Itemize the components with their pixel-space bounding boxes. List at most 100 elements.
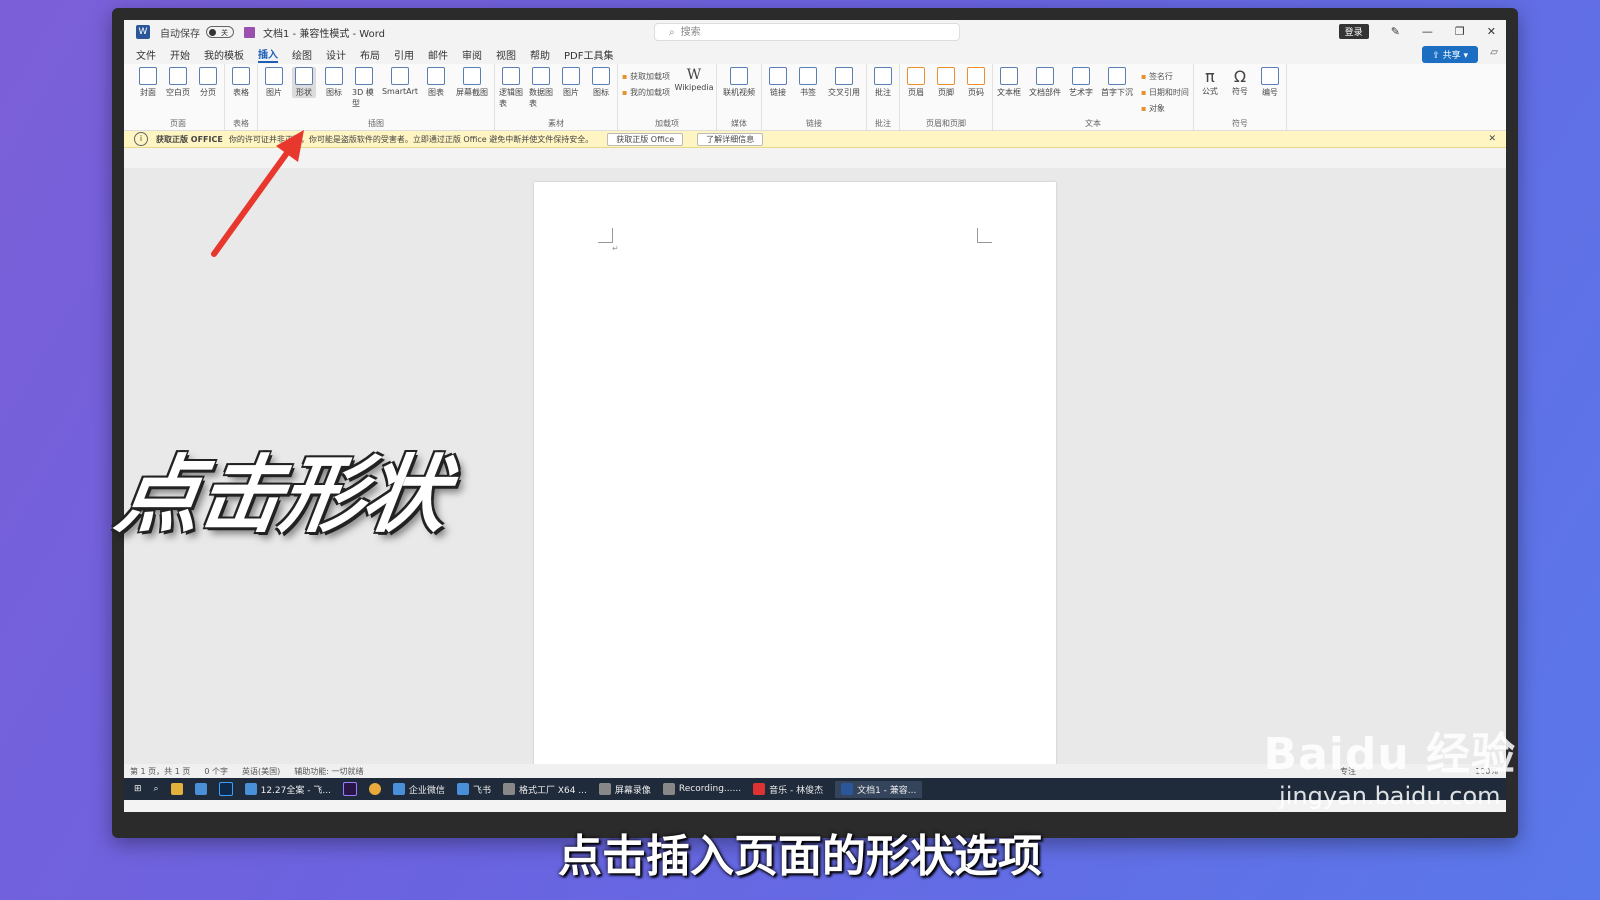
equation-button[interactable]: π 公式 bbox=[1198, 67, 1222, 97]
get-genuine-office-button[interactable]: 获取正版 Office bbox=[607, 132, 684, 146]
tab-insert[interactable]: 插入 bbox=[258, 46, 278, 63]
chrome-icon[interactable] bbox=[368, 783, 381, 795]
3d-models-button[interactable]: 3D 模型 bbox=[352, 67, 376, 109]
smartart-button[interactable]: SmartArt bbox=[382, 67, 418, 96]
document-page[interactable]: ↵ bbox=[534, 182, 1056, 782]
accessibility-status[interactable]: 辅助功能: 一切就绪 bbox=[294, 766, 363, 777]
quick-parts-button[interactable]: 文档部件 bbox=[1027, 67, 1063, 98]
signature-line-button[interactable]: 签名行 bbox=[1141, 71, 1189, 82]
bookmark-button[interactable]: 书签 bbox=[796, 67, 820, 98]
taskbar-app-1[interactable]: 12.27全案 - 飞... bbox=[244, 783, 331, 796]
tab-draw[interactable]: 绘图 bbox=[292, 47, 312, 62]
file-explorer-icon[interactable] bbox=[170, 783, 183, 795]
data-chart-icon bbox=[532, 67, 550, 85]
tab-references[interactable]: 引用 bbox=[394, 47, 414, 62]
picture-icon bbox=[265, 67, 283, 85]
taskbar-app-2[interactable]: 企业微信 bbox=[392, 783, 445, 796]
asset-picture-button[interactable]: 图片 bbox=[559, 67, 583, 98]
arrow-head bbox=[276, 130, 304, 162]
comment-button[interactable]: 批注 bbox=[871, 67, 895, 98]
share-button[interactable]: ⇪ 共享 ▾ bbox=[1422, 46, 1478, 63]
tab-file[interactable]: 文件 bbox=[136, 47, 156, 62]
minimize-icon[interactable]: — bbox=[1422, 25, 1433, 38]
pen-icon[interactable]: ✎ bbox=[1391, 25, 1400, 38]
asset-picture-icon bbox=[562, 67, 580, 85]
header-button[interactable]: 页眉 bbox=[904, 67, 928, 98]
restore-icon[interactable]: ❐ bbox=[1455, 25, 1465, 38]
logic-chart-button[interactable]: 逻辑图表 bbox=[499, 67, 523, 109]
tab-help[interactable]: 帮助 bbox=[530, 47, 550, 62]
save-icon[interactable] bbox=[244, 26, 255, 38]
taskbar-app-word[interactable]: 文档1 - 兼容... bbox=[835, 780, 923, 798]
search-input[interactable]: ⌕ 搜索 bbox=[654, 23, 960, 41]
numbering-button[interactable]: 编号 bbox=[1258, 67, 1282, 98]
my-addins-button[interactable]: 我的加载项 bbox=[622, 87, 670, 98]
cross-reference-button[interactable]: 交叉引用 bbox=[826, 67, 862, 98]
shapes-button[interactable]: 形状 bbox=[292, 67, 316, 98]
windows-start-icon[interactable]: ⊞ bbox=[134, 784, 142, 794]
comment-icon[interactable]: ▱ bbox=[1490, 47, 1498, 58]
taskbar-app-6[interactable]: Recording...... bbox=[662, 783, 741, 795]
taskbar-app-label: 格式工厂 X64 ... bbox=[518, 785, 587, 796]
tab-home[interactable]: 开始 bbox=[170, 47, 190, 62]
mail-icon[interactable] bbox=[194, 783, 207, 795]
taskbar-app-3[interactable]: 飞书 bbox=[456, 783, 491, 796]
tab-view[interactable]: 视图 bbox=[496, 47, 516, 62]
wordart-button[interactable]: 艺术字 bbox=[1069, 67, 1093, 98]
group-media: 联机视频 媒体 bbox=[717, 64, 762, 130]
login-button[interactable]: 登录 bbox=[1338, 24, 1369, 39]
pictures-button[interactable]: 图片 bbox=[262, 67, 286, 98]
autosave-toggle[interactable]: 关 bbox=[206, 26, 234, 38]
taskbar-search-icon[interactable]: ⌕ bbox=[154, 784, 159, 794]
group-links: 链接 书签 交叉引用 链接 bbox=[762, 64, 867, 130]
asset-icon-button[interactable]: 图标 bbox=[589, 67, 613, 98]
page-break-icon bbox=[199, 67, 217, 85]
search-icon: ⌕ bbox=[669, 27, 675, 38]
margin-corner-top-right bbox=[977, 228, 992, 243]
page-number-button[interactable]: 页码 bbox=[964, 67, 988, 98]
tab-review[interactable]: 审阅 bbox=[462, 47, 482, 62]
taskbar-app-7[interactable]: 音乐 - 林俊杰 bbox=[753, 783, 823, 796]
margin-corner-top-left bbox=[598, 228, 613, 243]
taskbar-app-4[interactable]: 格式工厂 X64 ... bbox=[502, 783, 587, 796]
tab-pdf-tools[interactable]: PDF工具集 bbox=[564, 47, 613, 62]
taskbar-app-5[interactable]: 屏幕录像 bbox=[598, 783, 651, 796]
tab-layout[interactable]: 布局 bbox=[360, 47, 380, 62]
word-icon bbox=[841, 783, 854, 795]
blank-page-button[interactable]: 空白页 bbox=[166, 67, 190, 98]
chart-button[interactable]: 图表 bbox=[424, 67, 448, 98]
online-video-button[interactable]: 联机视频 bbox=[721, 67, 757, 98]
language[interactable]: 英语(美国) bbox=[242, 766, 280, 777]
table-button[interactable]: 表格 bbox=[229, 67, 253, 98]
premiere-icon[interactable] bbox=[342, 782, 357, 796]
page-count[interactable]: 第 1 页，共 1 页 bbox=[130, 766, 190, 777]
photoshop-icon[interactable] bbox=[218, 782, 233, 796]
learn-more-button[interactable]: 了解详细信息 bbox=[697, 132, 764, 146]
tab-my-templates[interactable]: 我的模板 bbox=[204, 47, 244, 62]
page-break-button[interactable]: 分页 bbox=[196, 67, 220, 98]
drop-cap-label: 首字下沉 bbox=[1100, 88, 1133, 97]
group-label-comments: 批注 bbox=[874, 119, 891, 128]
object-button[interactable]: 对象 bbox=[1141, 103, 1189, 114]
wikipedia-button[interactable]: W Wikipedia bbox=[674, 67, 713, 92]
textbox-button[interactable]: 文本框 bbox=[997, 67, 1021, 98]
link-button[interactable]: 链接 bbox=[766, 67, 790, 98]
icons-button[interactable]: 图标 bbox=[322, 67, 346, 98]
footer-button[interactable]: 页脚 bbox=[934, 67, 958, 98]
textbox-label: 文本框 bbox=[996, 88, 1021, 97]
notice-close-icon[interactable]: ✕ bbox=[1488, 134, 1496, 144]
symbol-button[interactable]: Ω 符号 bbox=[1228, 67, 1252, 97]
close-icon[interactable]: ✕ bbox=[1487, 25, 1496, 38]
date-time-button[interactable]: 日期和时间 bbox=[1141, 87, 1189, 98]
tab-mailings[interactable]: 邮件 bbox=[428, 47, 448, 62]
cover-page-button[interactable]: 封面 bbox=[136, 67, 160, 98]
wordart-label: 艺术字 bbox=[1068, 88, 1093, 97]
screenshot-button[interactable]: 屏幕截图 bbox=[454, 67, 490, 98]
tab-design[interactable]: 设计 bbox=[326, 47, 346, 62]
group-text: 文本框 文档部件 艺术字 首字下沉 签名行 日期和时间 对象 文本 bbox=[993, 64, 1194, 130]
get-addins-button[interactable]: 获取加载项 bbox=[622, 71, 670, 82]
header-icon bbox=[906, 67, 925, 85]
data-chart-button[interactable]: 数据图表 bbox=[529, 67, 553, 109]
word-count[interactable]: 0 个字 bbox=[204, 766, 228, 777]
drop-cap-button[interactable]: 首字下沉 bbox=[1099, 67, 1135, 98]
